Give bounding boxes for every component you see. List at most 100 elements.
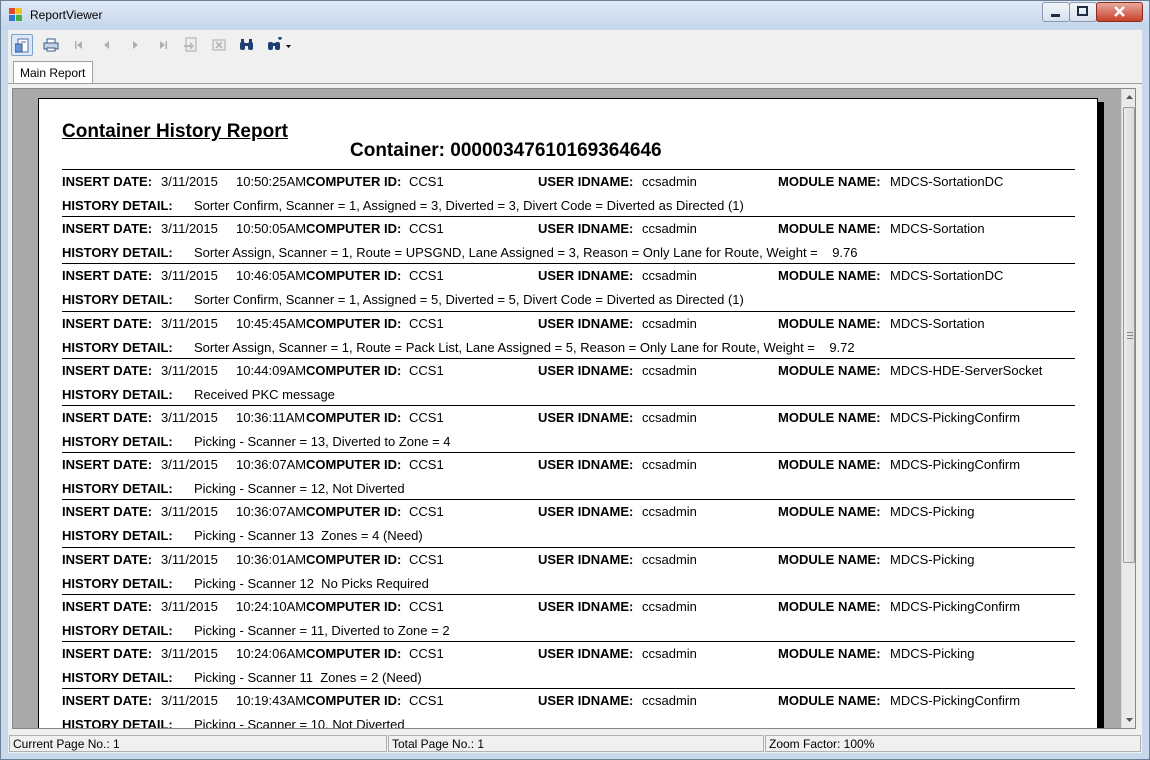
document-map-button[interactable] [11,34,33,56]
computer-id-value: CCS1 [409,599,444,614]
tab-main-report[interactable]: Main Report [13,61,93,84]
insert-date-value: 3/11/2015 [161,457,218,472]
user-idname-value: ccsadmin [642,457,697,472]
tab-label: Main Report [20,66,86,80]
minimize-button[interactable] [1042,2,1070,22]
vertical-scrollbar[interactable] [1121,89,1135,728]
computer-id-value: CCS1 [409,316,444,331]
record-divider [62,688,1075,689]
computer-id-label: COMPUTER ID: [306,693,402,708]
module-name-value: MDCS-PickingConfirm [890,457,1021,472]
user-idname-label: USER IDNAME: [538,316,634,331]
insert-time-value: 10:36:07AM [236,457,307,472]
insert-time-value: 10:50:25AM [236,174,307,189]
insert-date-value: 3/11/2015 [161,268,218,283]
record-divider [62,405,1075,406]
insert-time-value: 10:19:43AM [236,693,307,708]
close-report-button[interactable] [208,34,230,56]
report-title: Container History Report [62,121,288,142]
insert-date-value: 3/11/2015 [161,316,218,331]
insert-date-value: 3/11/2015 [161,599,218,614]
insert-time-value: 10:36:07AM [236,504,307,519]
computer-id-label: COMPUTER ID: [306,646,402,661]
module-name-label: MODULE NAME: [778,504,881,519]
insert-time-value: 10:46:05AM [236,268,307,283]
insert-date-value: 3/11/2015 [161,646,218,661]
toolbar [8,30,1142,60]
history-detail-label: HISTORY DETAIL: [62,576,173,591]
scroll-up-button[interactable] [1122,89,1135,106]
module-name-label: MODULE NAME: [778,363,881,378]
insert-time-value: 10:24:10AM [236,599,307,614]
module-name-value: MDCS-Sortation [890,221,985,236]
tab-strip-border [8,83,1142,84]
insert-date-value: 3/11/2015 [161,363,218,378]
user-idname-label: USER IDNAME: [538,221,634,236]
module-name-value: MDCS-SortationDC [890,174,1004,189]
zoom-panel: Zoom Factor: 100% [765,735,1141,752]
module-name-value: MDCS-Picking [890,552,975,567]
previous-page-button[interactable] [96,34,118,56]
user-idname-label: USER IDNAME: [538,410,634,425]
maximize-button[interactable] [1069,2,1097,22]
window-title: ReportViewer [30,8,103,22]
history-detail-value: Picking - Scanner = 13, Diverted to Zone… [194,434,451,449]
first-page-button[interactable] [68,34,90,56]
find-icon [240,39,253,50]
print-button[interactable] [40,34,62,56]
history-detail-label: HISTORY DETAIL: [62,245,173,260]
insert-time-value: 10:44:09AM [236,363,307,378]
computer-id-label: COMPUTER ID: [306,552,402,567]
insert-date-value: 3/11/2015 [161,174,218,189]
user-idname-label: USER IDNAME: [538,552,634,567]
insert-date-label: INSERT DATE: [62,693,153,708]
report-viewport[interactable]: Container History Report Container: 0000… [12,88,1136,729]
last-page-button[interactable] [152,34,174,56]
history-detail-label: HISTORY DETAIL: [62,481,173,496]
record-divider [62,547,1075,548]
computer-id-label: COMPUTER ID: [306,599,402,614]
insert-date-label: INSERT DATE: [62,410,153,425]
find-button[interactable] [236,34,258,56]
record-divider [62,499,1075,500]
close-button[interactable] [1096,2,1143,22]
user-idname-label: USER IDNAME: [538,268,634,283]
zoom-factor-text: Zoom Factor: 100% [769,737,875,751]
export-button[interactable] [180,34,202,56]
total-page-text: Total Page No.: 1 [392,737,485,751]
history-detail-value: Picking - Scanner 11 Zones = 2 (Need) [194,670,422,685]
insert-time-value: 10:24:06AM [236,646,307,661]
history-detail-value: Sorter Assign, Scanner = 1, Route = UPSG… [194,245,858,260]
next-page-button[interactable] [124,34,146,56]
user-idname-label: USER IDNAME: [538,174,634,189]
user-idname-label: USER IDNAME: [538,504,634,519]
module-name-value: MDCS-SortationDC [890,268,1004,283]
title-bar[interactable]: ReportViewer [1,1,1149,29]
previous-page-icon [104,41,109,49]
computer-id-value: CCS1 [409,174,444,189]
scroll-thumb[interactable] [1123,107,1135,563]
history-detail-value: Picking - Scanner = 12, Not Diverted [194,481,405,496]
record-divider [62,263,1075,264]
computer-id-value: CCS1 [409,457,444,472]
history-detail-label: HISTORY DETAIL: [62,623,173,638]
computer-id-label: COMPUTER ID: [306,174,402,189]
insert-date-label: INSERT DATE: [62,504,153,519]
scroll-down-button[interactable] [1122,711,1135,728]
computer-id-value: CCS1 [409,552,444,567]
user-idname-value: ccsadmin [642,410,697,425]
report-viewer-window: ReportViewer Main Report Container Histo… [0,0,1150,760]
module-name-label: MODULE NAME: [778,457,881,472]
insert-date-label: INSERT DATE: [62,316,153,331]
history-detail-label: HISTORY DETAIL: [62,387,173,402]
current-page-panel: Current Page No.: 1 [9,735,387,752]
user-idname-value: ccsadmin [642,316,697,331]
user-idname-value: ccsadmin [642,693,697,708]
zoom-dropdown-button[interactable] [264,34,294,56]
user-idname-value: ccsadmin [642,504,697,519]
insert-date-label: INSERT DATE: [62,174,153,189]
user-idname-value: ccsadmin [642,221,697,236]
insert-date-label: INSERT DATE: [62,268,153,283]
history-detail-value: Sorter Assign, Scanner = 1, Route = Pack… [194,340,855,355]
first-page-icon [75,41,82,49]
